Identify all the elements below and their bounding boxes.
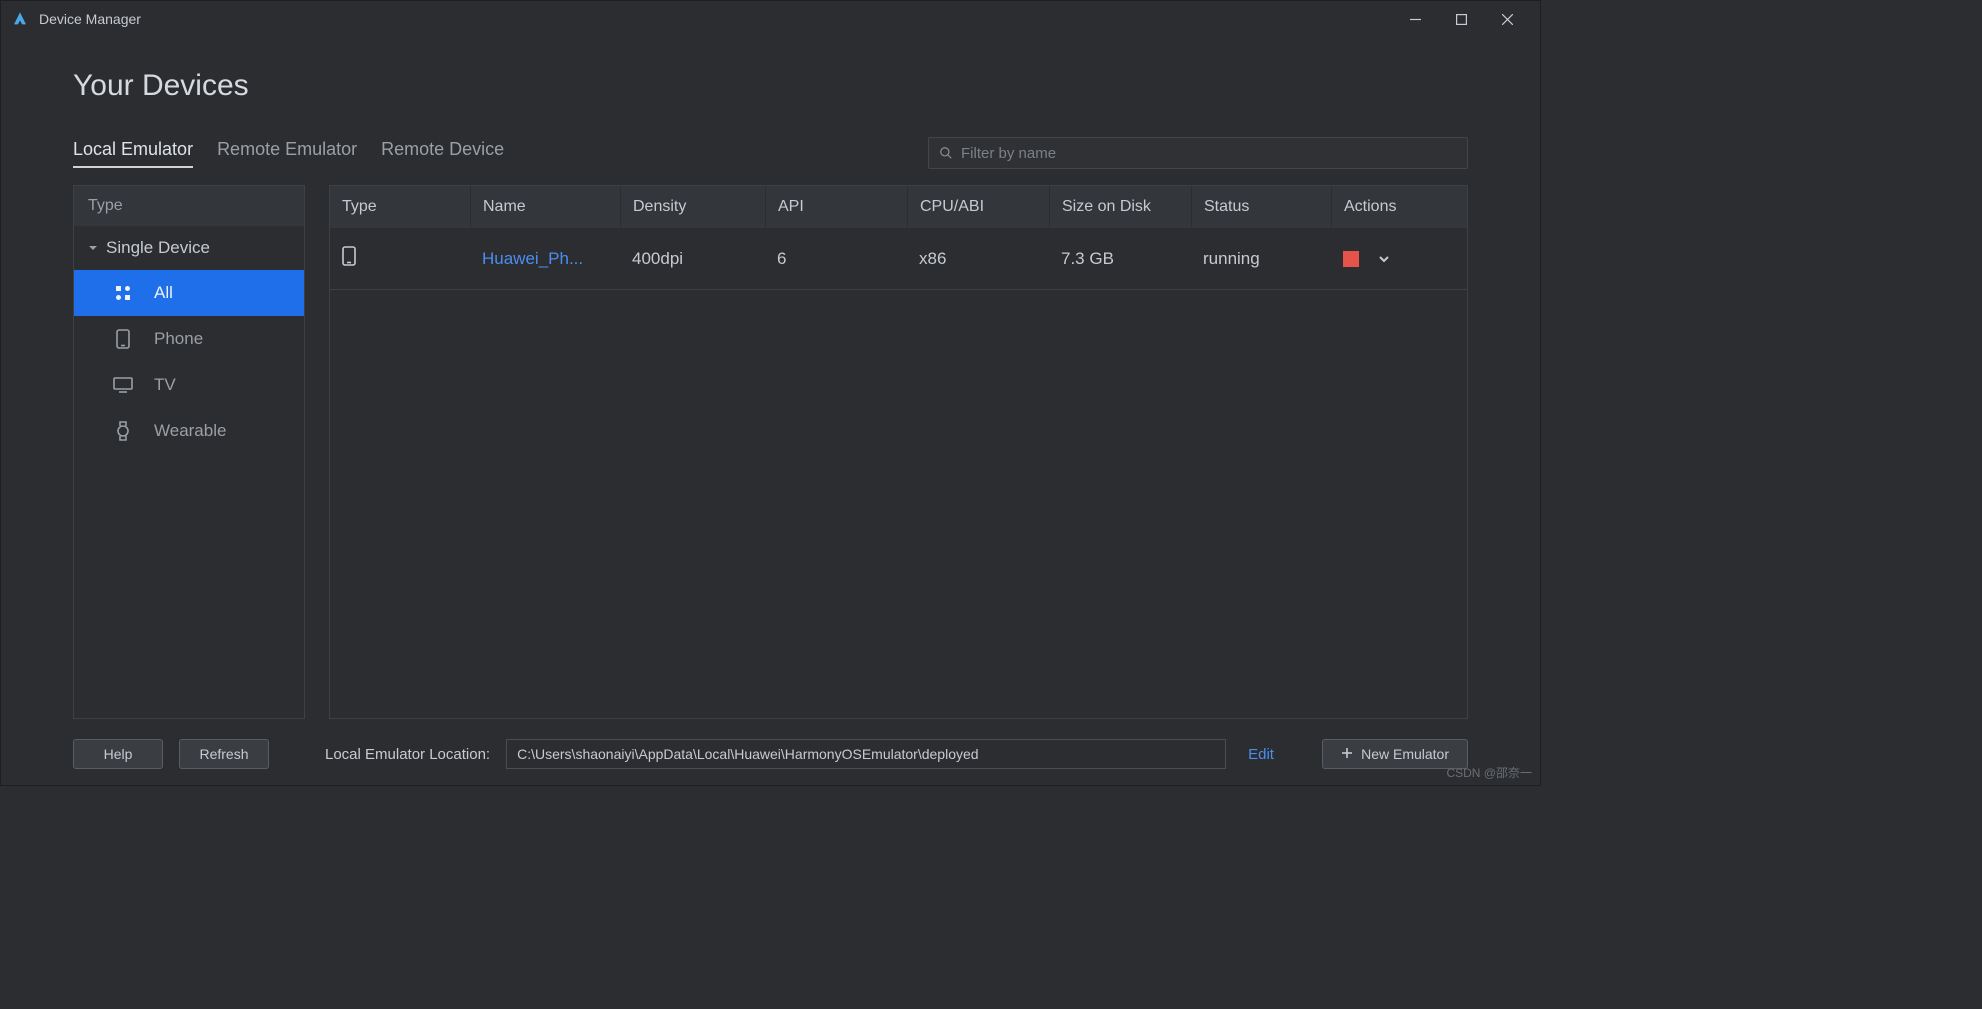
sidebar-header: Type	[74, 186, 304, 226]
new-emulator-label: New Emulator	[1361, 746, 1449, 762]
body-row: Type Single Device All	[73, 185, 1468, 719]
sidebar-group-single-device[interactable]: Single Device	[74, 226, 304, 270]
tabs-row: Local Emulator Remote Emulator Remote De…	[73, 137, 1468, 169]
th-size: Size on Disk	[1049, 186, 1191, 228]
device-table: Type Name Density API CPU/ABI Size on Di…	[329, 185, 1468, 719]
window-title: Device Manager	[39, 11, 141, 27]
csdn-watermark: CSDN @邵奈一	[1446, 764, 1532, 781]
search-icon	[939, 146, 953, 160]
phone-icon	[112, 329, 134, 349]
location-label: Local Emulator Location:	[325, 746, 490, 763]
plus-icon	[1341, 746, 1353, 762]
app-window: Device Manager Your Devices Local Emulat…	[0, 0, 1541, 786]
cell-api: 6	[765, 249, 907, 269]
sidebar-item-label: All	[154, 283, 173, 303]
tab-local-emulator[interactable]: Local Emulator	[73, 139, 193, 168]
caret-down-icon	[88, 238, 98, 258]
stop-button[interactable]	[1343, 251, 1359, 267]
sidebar-group-label: Single Device	[106, 238, 210, 258]
cell-name[interactable]: Huawei_Ph...	[470, 249, 620, 269]
table-header: Type Name Density API CPU/ABI Size on Di…	[330, 186, 1467, 228]
sidebar: Type Single Device All	[73, 185, 305, 719]
cell-size: 7.3 GB	[1049, 249, 1191, 269]
titlebar: Device Manager	[1, 1, 1540, 37]
tab-remote-emulator[interactable]: Remote Emulator	[217, 139, 357, 168]
th-actions: Actions	[1331, 186, 1467, 228]
refresh-button[interactable]: Refresh	[179, 739, 269, 769]
th-type: Type	[330, 186, 470, 228]
minimize-button[interactable]	[1392, 4, 1438, 34]
th-name: Name	[470, 186, 620, 228]
sidebar-item-label: Phone	[154, 329, 203, 349]
sidebar-item-label: Wearable	[154, 421, 226, 441]
cell-cpu: x86	[907, 249, 1049, 269]
phone-icon	[342, 251, 356, 270]
close-button[interactable]	[1484, 4, 1530, 34]
app-logo-icon	[11, 10, 29, 28]
th-api: API	[765, 186, 907, 228]
cell-type	[330, 246, 470, 271]
tab-remote-device[interactable]: Remote Device	[381, 139, 504, 168]
watch-icon	[112, 421, 134, 441]
cell-actions	[1331, 251, 1467, 267]
footer: Help Refresh Local Emulator Location: C:…	[73, 739, 1468, 769]
th-cpu: CPU/ABI	[907, 186, 1049, 228]
maximize-button[interactable]	[1438, 4, 1484, 34]
page-title: Your Devices	[73, 69, 1468, 103]
sidebar-item-all[interactable]: All	[74, 270, 304, 316]
edit-location-link[interactable]: Edit	[1248, 746, 1274, 763]
content: Your Devices Local Emulator Remote Emula…	[73, 69, 1468, 769]
grid-icon	[112, 285, 134, 301]
sidebar-item-label: TV	[154, 375, 176, 395]
sidebar-item-wearable[interactable]: Wearable	[74, 408, 304, 454]
location-path: C:\Users\shaonaiyi\AppData\Local\Huawei\…	[506, 739, 1226, 769]
sidebar-item-tv[interactable]: TV	[74, 362, 304, 408]
sidebar-item-phone[interactable]: Phone	[74, 316, 304, 362]
search-box[interactable]	[928, 137, 1468, 169]
help-button[interactable]: Help	[73, 739, 163, 769]
actions-menu-button[interactable]	[1377, 252, 1391, 266]
table-row: Huawei_Ph... 400dpi 6 x86 7.3 GB running	[330, 228, 1467, 290]
cell-density: 400dpi	[620, 249, 765, 269]
tabs: Local Emulator Remote Emulator Remote De…	[73, 139, 504, 168]
tv-icon	[112, 377, 134, 393]
search-input[interactable]	[961, 145, 1457, 162]
th-status: Status	[1191, 186, 1331, 228]
cell-status: running	[1191, 249, 1331, 269]
th-density: Density	[620, 186, 765, 228]
window-controls	[1392, 4, 1530, 34]
